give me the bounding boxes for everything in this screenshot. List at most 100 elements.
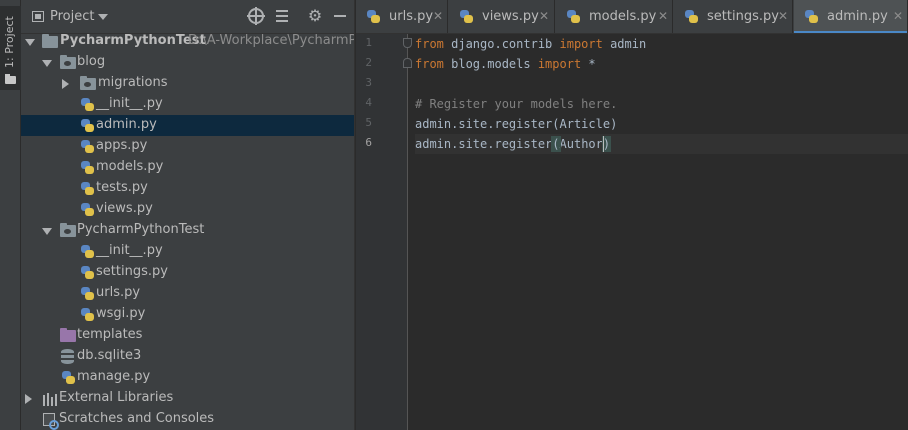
tree-item-label: External Libraries <box>59 390 174 405</box>
tree-item-file[interactable]: models.py <box>21 157 354 178</box>
tab-views[interactable]: views.py ✕ <box>449 0 555 33</box>
fold-marker-icon[interactable] <box>403 58 412 68</box>
close-icon[interactable]: ✕ <box>433 9 443 23</box>
tree-item-scratches[interactable]: Scratches and Consoles <box>21 409 354 430</box>
python-file-icon <box>61 370 76 385</box>
line-number: 3 <box>365 76 372 89</box>
expand-arrow-icon[interactable] <box>42 60 52 67</box>
python-file-icon <box>80 244 95 259</box>
gear-icon[interactable]: ⚙ <box>307 8 323 24</box>
tree-item-file[interactable]: views.py <box>21 199 354 220</box>
code-token: admin <box>602 37 647 51</box>
fold-marker-icon[interactable] <box>403 38 412 48</box>
project-folder-icon <box>42 34 58 48</box>
code-comment: # Register your models here. <box>415 97 618 111</box>
tree-item-file[interactable]: settings.py <box>21 262 354 283</box>
python-file-icon <box>80 97 95 112</box>
code-line: admin.site.register(Article) <box>415 117 618 131</box>
tree-item-blog[interactable]: blog <box>21 52 354 73</box>
editor-area: urls.py ✕ views.py ✕ models.py ✕ setting… <box>356 0 908 430</box>
line-number: 1 <box>365 36 372 49</box>
tab-admin[interactable]: admin.py ✕ <box>794 0 908 33</box>
close-icon[interactable]: ✕ <box>539 9 549 23</box>
python-file-icon <box>80 160 95 175</box>
tree-item-label: wsgi.py <box>96 306 146 321</box>
python-file-icon <box>80 307 95 322</box>
project-view-icon <box>32 11 44 22</box>
tree-item-file[interactable]: manage.py <box>21 367 354 388</box>
package-folder-icon <box>80 76 96 90</box>
tree-item-label: __init__.py <box>96 96 163 111</box>
scratches-icon <box>42 412 59 430</box>
tree-item-label: apps.py <box>96 138 148 153</box>
tree-item-file[interactable]: __init__.py <box>21 94 354 115</box>
tree-item-file[interactable]: urls.py <box>21 283 354 304</box>
code-line: from blog.models import * <box>415 54 908 74</box>
database-icon <box>61 349 74 364</box>
tree-item-database[interactable]: db.sqlite3 <box>21 346 354 367</box>
code-token: admin.site.register <box>415 137 553 151</box>
expand-arrow-icon[interactable] <box>62 79 69 89</box>
tab-label: views.py <box>482 9 539 24</box>
keyword: import <box>559 37 603 51</box>
python-file-icon <box>366 9 381 24</box>
python-file-icon <box>459 9 474 24</box>
close-icon[interactable]: ✕ <box>893 9 903 23</box>
tree-item-label: templates <box>77 327 143 342</box>
tree-item-label: PycharmPythonTest <box>60 33 206 48</box>
folder-icon <box>5 74 16 84</box>
code-token: django.contrib <box>443 37 560 51</box>
code-token: blog.models <box>443 57 538 71</box>
tab-urls[interactable]: urls.py ✕ <box>356 0 448 33</box>
project-toolwindow-label: 1: Project <box>3 16 16 68</box>
tree-item-templates[interactable]: templates <box>21 325 354 346</box>
tree-item-migrations[interactable]: migrations <box>21 73 354 94</box>
tree-item-project-root[interactable]: PycharmPythonTest D:\A-Workplace\Pycharm… <box>21 31 354 52</box>
keyword: import <box>537 57 582 71</box>
close-icon[interactable]: ✕ <box>778 9 788 23</box>
tree-item-label: blog <box>77 54 106 69</box>
python-file-icon <box>804 9 819 24</box>
close-icon[interactable]: ✕ <box>658 9 668 23</box>
keyword: from <box>415 57 444 71</box>
code-token: Author <box>559 137 603 151</box>
tree-item-file-selected[interactable]: admin.py <box>21 115 354 136</box>
tab-models[interactable]: models.py ✕ <box>556 0 673 33</box>
expand-arrow-icon[interactable] <box>25 39 35 46</box>
python-file-icon <box>80 118 95 133</box>
editor-gutter[interactable]: 1 2 3 4 5 6 <box>356 34 412 430</box>
tree-item-file[interactable]: __init__.py <box>21 241 354 262</box>
expand-arrow-icon[interactable] <box>42 228 52 235</box>
python-file-icon <box>684 9 699 24</box>
tree-item-label: PycharmPythonTest <box>77 222 205 237</box>
project-toolwindow-button[interactable]: 1: Project <box>0 6 21 90</box>
tree-item-label: admin.py <box>96 117 157 132</box>
collapse-all-icon[interactable] <box>274 8 290 24</box>
tree-item-label: models.py <box>96 159 164 174</box>
tab-settings[interactable]: settings.py ✕ <box>674 0 793 33</box>
library-icon <box>42 391 58 406</box>
expand-arrow-icon[interactable] <box>25 394 32 404</box>
chevron-down-icon[interactable] <box>98 14 108 20</box>
project-view-selector[interactable]: Project <box>50 9 94 24</box>
tab-label: models.py <box>589 9 657 24</box>
tree-item-label: Scratches and Consoles <box>59 411 215 426</box>
code-token: * <box>581 57 596 71</box>
tree-item-file[interactable]: apps.py <box>21 136 354 157</box>
left-tool-strip: 1: Project <box>0 0 21 430</box>
project-panel-header: Project ⚙ <box>21 0 354 34</box>
tree-item-file[interactable]: wsgi.py <box>21 304 354 325</box>
tree-item-label: __init__.py <box>96 243 163 258</box>
editor-tab-bar: urls.py ✕ views.py ✕ models.py ✕ setting… <box>356 0 908 34</box>
tree-item-settings-package[interactable]: PycharmPythonTest <box>21 220 354 241</box>
line-number-current: 6 <box>365 136 372 149</box>
package-folder-icon <box>60 223 76 237</box>
hide-panel-icon[interactable] <box>332 8 348 24</box>
project-panel: Project ⚙ PycharmPythonTest D:\A-Workpla… <box>21 0 355 430</box>
tree-item-label: manage.py <box>77 369 151 384</box>
tree-item-file[interactable]: tests.py <box>21 178 354 199</box>
tree-item-external-libraries[interactable]: External Libraries <box>21 388 354 409</box>
code-editor[interactable]: from django.contrib import admin from bl… <box>415 34 908 430</box>
locate-file-icon[interactable] <box>247 7 265 25</box>
